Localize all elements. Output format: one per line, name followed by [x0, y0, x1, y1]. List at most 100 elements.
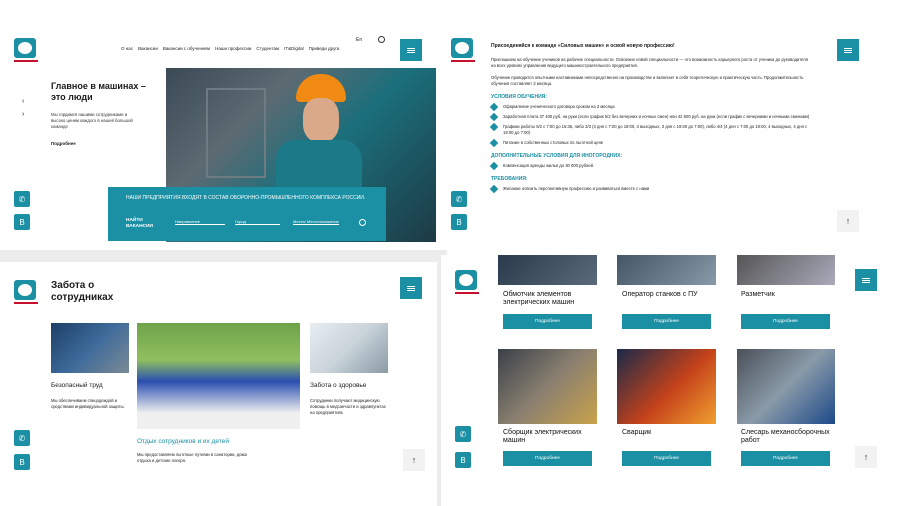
company-logo[interactable]	[14, 280, 38, 306]
condition-item: Заработная плата 37 400 руб. на руки (ес…	[489, 112, 811, 122]
company-logo[interactable]	[455, 270, 479, 296]
condition-text: Оформление ученического договора сроком …	[503, 104, 615, 109]
job-photo-welder	[617, 349, 716, 424]
extra-item: Компенсация аренды жилья до 30 000 рубле…	[489, 161, 811, 171]
search-icon[interactable]	[378, 36, 385, 43]
filter-location[interactable]: Места/ Местоположение	[293, 219, 339, 225]
phone-icon[interactable]: ✆	[14, 430, 30, 446]
bullet-icon	[489, 184, 499, 194]
bullet-icon	[489, 122, 499, 132]
hero-title: Главное в машинах – это люди	[51, 81, 146, 102]
job-title: Сварщик	[622, 429, 652, 436]
conditions-title: УСЛОВИЯ ОБУЧЕНИЯ:	[491, 94, 547, 100]
filter-city[interactable]: Город	[235, 219, 280, 225]
company-logo[interactable]	[14, 38, 38, 64]
card-rest-text: Мы предоставляем льготные путевки в сана…	[137, 452, 247, 463]
job-more-button[interactable]: Подробнее	[741, 314, 830, 329]
scroll-up-button[interactable]: ↑	[837, 210, 859, 232]
hero-more-link[interactable]: Подробнее	[51, 141, 76, 146]
job-more-button[interactable]: Подробнее	[503, 451, 592, 466]
scroll-up-button[interactable]: ↑	[855, 446, 877, 468]
find-vacancies-label: НАЙТИ ВАКАНСИИ	[126, 218, 153, 229]
card-rest-title[interactable]: Отдых сотрудников и их детей	[137, 438, 229, 445]
banner-text: НАШИ ПРЕДПРИЯТИЯ ВХОДЯТ В СОСТАВ ОБОРОНН…	[126, 195, 366, 201]
intro-paragraph-2: Обучение проводится опытными наставникам…	[491, 75, 804, 86]
job-photo-fitter	[737, 349, 835, 424]
vk-icon[interactable]: В	[455, 452, 471, 468]
card-health-text: Сотрудники получают медицинскую помощь в…	[310, 398, 386, 415]
rest-photo	[137, 323, 300, 429]
nav-vacancies[interactable]: Вакансии	[138, 46, 158, 51]
top-nav: О нас Вакансии Вакансии с обучением Наши пр…	[121, 37, 344, 55]
condition-item: Графики работы 5/2 с 7:00 до 15:35, либо…	[489, 122, 811, 136]
job-title: Сборщик электрических машин	[503, 429, 582, 444]
job-title: Разметчик	[741, 291, 775, 298]
requirement-item: Желание освоить перспективную профессию …	[489, 184, 811, 194]
panel-professions: Обмотчик элементов электрических машин О…	[441, 255, 900, 506]
filter-location-label: Места/ Местоположение	[293, 219, 339, 224]
phone-icon[interactable]: ✆	[451, 191, 467, 207]
care-title: Забота о сотрудниках	[51, 280, 114, 303]
card-health-title: Забота о здоровье	[310, 382, 367, 389]
nav-students[interactable]: Студентам	[256, 46, 279, 51]
bullet-icon	[489, 161, 499, 171]
menu-button[interactable]	[837, 39, 859, 61]
condition-text: Заработная плата 37 400 руб. на руки (ес…	[503, 114, 810, 119]
scroll-up-button[interactable]: ↑	[403, 449, 425, 471]
requirement-text: Желание освоить перспективную профессию …	[503, 186, 650, 191]
card-safety-text: Мы обеспечиваем спецодеждой и средствами…	[51, 398, 125, 409]
panel-home: О нас Вакансии Вакансии с обучением Наши пр…	[0, 0, 447, 250]
job-title: Оператор станков с ПУ	[622, 291, 698, 298]
extra-text: Компенсация аренды жилья до 30 000 рубле…	[503, 163, 595, 168]
menu-button[interactable]	[400, 277, 422, 299]
card-safety-title: Безопасный труд	[51, 382, 103, 389]
company-logo[interactable]	[451, 38, 475, 64]
job-more-button[interactable]: Подробнее	[622, 314, 711, 329]
slider-next-icon[interactable]: ›	[22, 111, 24, 118]
intro-paragraph-1: Приглашаем на обучение учеников на рабоч…	[491, 57, 808, 68]
panel-training: Присоединяйся к команде «Силовых машин» …	[447, 0, 900, 262]
lang-switch[interactable]: En	[356, 37, 362, 43]
health-photo	[310, 323, 388, 373]
bullet-icon	[489, 138, 499, 148]
nav-professions[interactable]: Наши профессии	[215, 46, 251, 51]
bullet-icon	[489, 102, 499, 112]
condition-item: Питание в собственных столовых по льготн…	[489, 138, 811, 148]
bullet-icon	[489, 112, 499, 122]
hero-text: Мы гордимся нашими сотрудниками и высоко…	[51, 112, 133, 129]
vk-icon[interactable]: В	[451, 214, 467, 230]
nav-it[interactable]: IT&Digital	[284, 46, 304, 51]
nav-about[interactable]: О нас	[121, 46, 133, 51]
panel-care: Забота о сотрудниках Безопасный труд Мы …	[0, 262, 437, 506]
nav-training-vacancies[interactable]: Вакансии с обучением	[163, 46, 210, 51]
condition-text: Графики работы 5/2 с 7:00 до 15:35, либо…	[503, 124, 808, 135]
extra-conditions-title: ДОПОЛНИТЕЛЬНЫЕ УСЛОВИЯ ДЛЯ ИНОГОРОДНИХ:	[491, 153, 623, 159]
nav-refer[interactable]: Приведи друга	[309, 46, 340, 51]
menu-button[interactable]	[400, 39, 422, 61]
training-content: Присоединяйся к команде «Силовых машин» …	[489, 43, 811, 196]
job-more-button[interactable]: Подробнее	[741, 451, 830, 466]
vk-icon[interactable]: В	[14, 214, 30, 230]
defense-banner: НАШИ ПРЕДПРИЯТИЯ ВХОДЯТ В СОСТАВ ОБОРОНН…	[108, 187, 386, 241]
training-heading: Присоединяйся к команде «Силовых машин» …	[491, 43, 675, 49]
vk-icon[interactable]: В	[14, 454, 30, 470]
search-submit-icon[interactable]	[359, 219, 366, 226]
slider-prev-icon[interactable]: ‹	[22, 98, 24, 105]
filter-city-label: Город	[235, 219, 246, 224]
condition-item: Оформление ученического договора сроком …	[489, 102, 811, 112]
job-photo-marker	[737, 255, 835, 285]
job-photo-winder	[498, 255, 597, 285]
job-title: Обмотчик элементов электрических машин	[503, 291, 575, 306]
filter-direction-label: Направление	[175, 219, 200, 224]
job-photo-assembler	[498, 349, 597, 424]
filter-direction[interactable]: Направление	[175, 219, 225, 225]
job-more-button[interactable]: Подробнее	[622, 451, 711, 466]
requirements-title: ТРЕБОВАНИЯ:	[491, 176, 528, 182]
menu-button[interactable]	[855, 269, 877, 291]
job-title: Слесарь механосборочных работ	[741, 429, 830, 444]
condition-text: Питание в собственных столовых по льготн…	[503, 140, 604, 145]
phone-icon[interactable]: ✆	[455, 426, 471, 442]
phone-icon[interactable]: ✆	[14, 191, 30, 207]
job-photo-operator	[617, 255, 716, 285]
job-more-button[interactable]: Подробнее	[503, 314, 592, 329]
